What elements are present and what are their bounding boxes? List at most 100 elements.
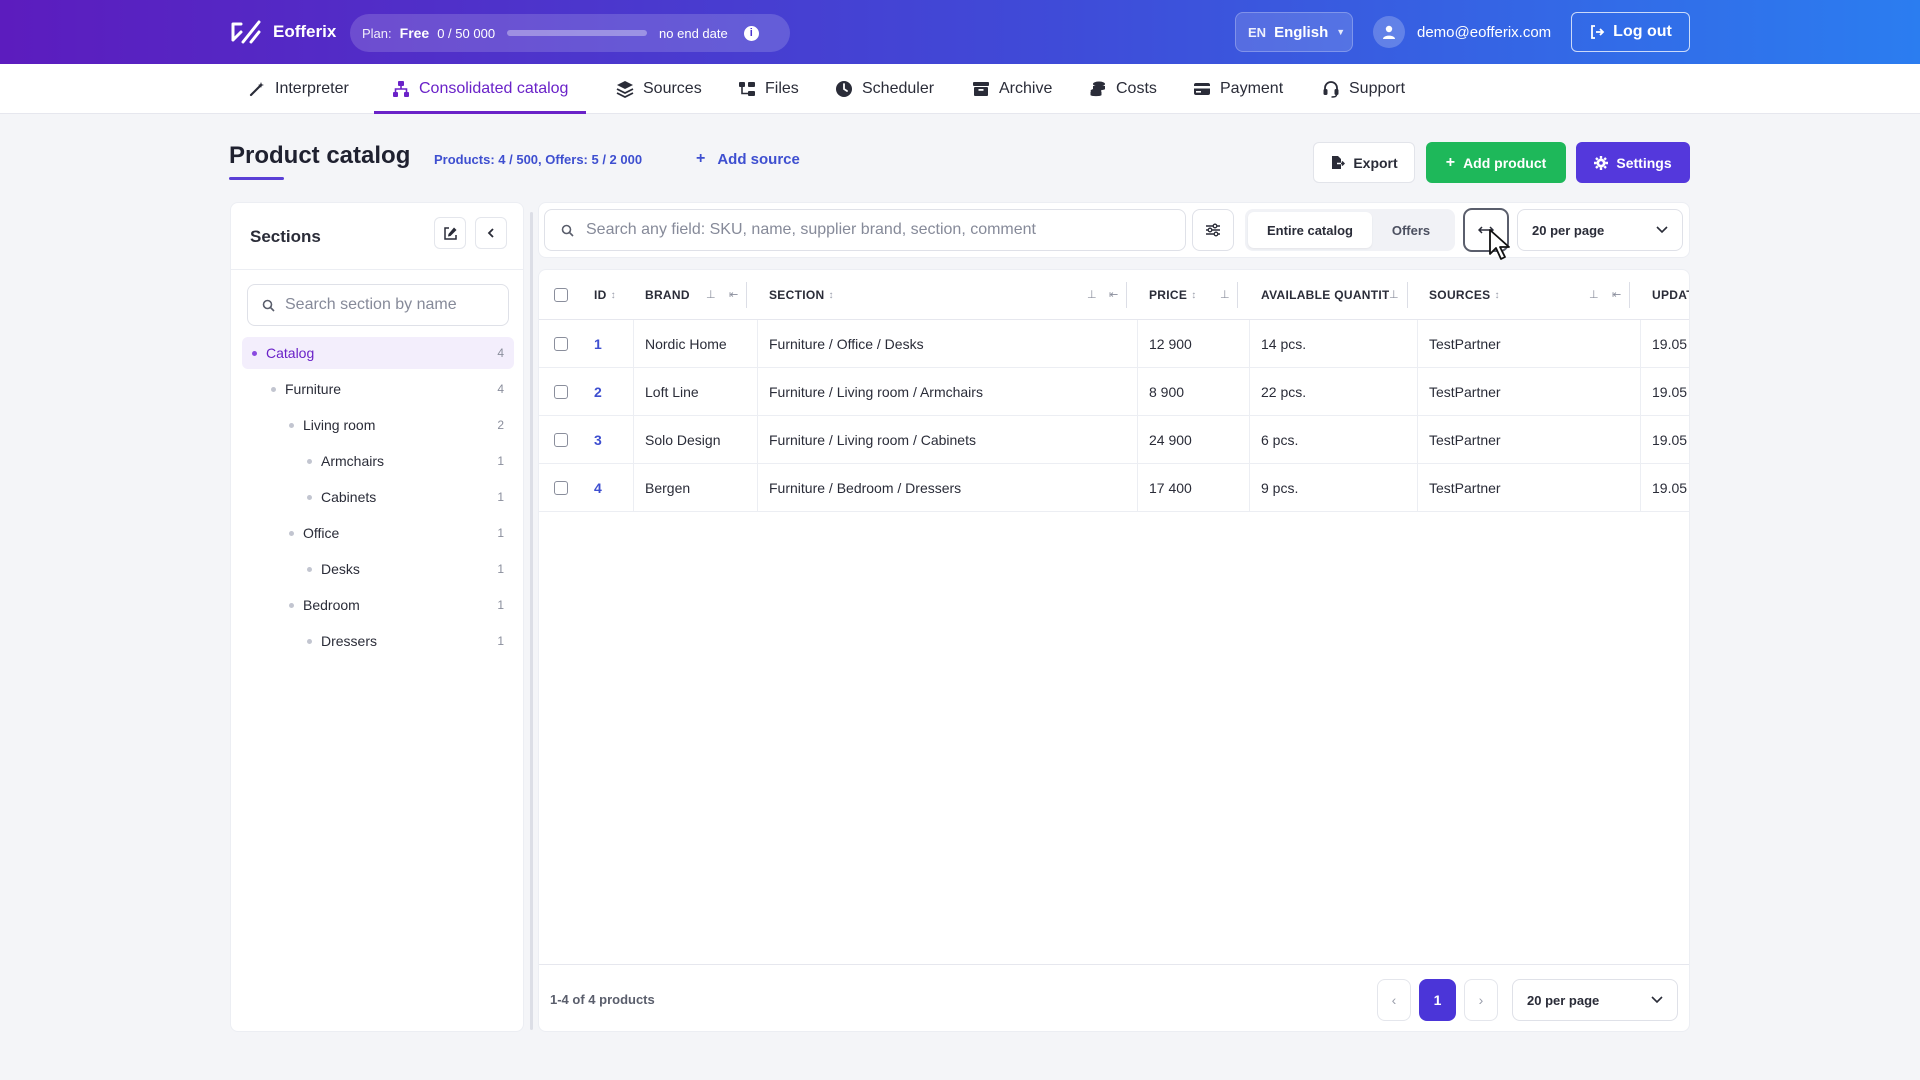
sort-icon[interactable]: ↕ bbox=[828, 290, 833, 301]
column-header-available-quantity[interactable]: AVAILABLE QUANTITY bbox=[1261, 270, 1389, 320]
chevron-down-icon bbox=[1651, 996, 1663, 1004]
per-page-select[interactable]: 20 per page bbox=[1517, 209, 1683, 251]
resize-icon[interactable]: ⇤ bbox=[1109, 288, 1121, 302]
nav-item-costs[interactable]: Costs bbox=[1089, 64, 1157, 114]
cell-price: 8 900 bbox=[1149, 384, 1185, 400]
select-all-checkbox[interactable] bbox=[554, 288, 568, 302]
sort-icon[interactable]: ↕ bbox=[1191, 290, 1196, 301]
table-row[interactable]: 2 Loft Line Furniture / Living room / Ar… bbox=[539, 368, 1689, 416]
tree-item-living-room[interactable]: Living room 2 bbox=[242, 409, 514, 441]
logout-button[interactable]: Log out bbox=[1571, 12, 1690, 52]
tree-item-furniture[interactable]: Furniture 4 bbox=[242, 373, 514, 405]
next-page-button[interactable]: › bbox=[1464, 979, 1498, 1021]
info-icon[interactable]: i bbox=[743, 25, 759, 41]
table-row[interactable]: 4 Bergen Furniture / Bedroom / Dressers … bbox=[539, 464, 1689, 512]
settings-button[interactable]: Settings bbox=[1576, 142, 1690, 183]
catalog-search[interactable] bbox=[544, 209, 1186, 251]
footer-per-page-select[interactable]: 20 per page bbox=[1512, 979, 1678, 1021]
sidebar-resize-handle[interactable] bbox=[530, 212, 533, 1030]
logo-icon bbox=[231, 20, 261, 44]
nav-item-sources[interactable]: Sources bbox=[616, 64, 702, 114]
column-resizer[interactable] bbox=[1237, 282, 1238, 308]
section-search[interactable] bbox=[247, 284, 509, 326]
column-header-section[interactable]: SECTION ↕ bbox=[769, 270, 834, 320]
table-row[interactable]: 3 Solo Design Furniture / Living room / … bbox=[539, 416, 1689, 464]
row-checkbox[interactable] bbox=[554, 433, 568, 447]
nav-item-payment[interactable]: Payment bbox=[1193, 64, 1283, 114]
pin-icon[interactable]: ⊥ bbox=[706, 288, 718, 302]
nav-item-consolidated-catalog[interactable]: Consolidated catalog bbox=[374, 64, 587, 114]
bullet-icon bbox=[307, 566, 312, 572]
sort-icon[interactable]: ↕ bbox=[611, 290, 616, 301]
export-label: Export bbox=[1353, 154, 1398, 171]
pin-icon[interactable]: ⊥ bbox=[1389, 288, 1401, 302]
pin-icon[interactable]: ⊥ bbox=[1220, 288, 1232, 302]
column-header-updated[interactable]: UPDATED bbox=[1652, 270, 1689, 320]
row-id-link[interactable]: 1 bbox=[594, 320, 602, 368]
tree-item-label: Living room bbox=[303, 417, 376, 433]
folder-tree-icon bbox=[739, 82, 755, 96]
pin-icon[interactable]: ⊥ bbox=[1589, 288, 1601, 302]
tree-item-dressers[interactable]: Dressers 1 bbox=[242, 625, 514, 657]
collapse-sidebar-button[interactable] bbox=[475, 217, 507, 249]
column-header-brand[interactable]: BRAND bbox=[645, 270, 690, 320]
column-resizer[interactable] bbox=[746, 282, 747, 308]
user-menu[interactable]: demo@eofferix.com bbox=[1373, 15, 1551, 49]
nav-item-interpreter[interactable]: Interpreter bbox=[248, 64, 349, 114]
logout-icon bbox=[1591, 25, 1605, 39]
nav-item-scheduler[interactable]: Scheduler bbox=[835, 64, 934, 114]
tree-item-count: 1 bbox=[497, 598, 504, 612]
row-id-link[interactable]: 4 bbox=[594, 464, 602, 512]
language-name: English bbox=[1274, 23, 1329, 41]
export-button[interactable]: Export bbox=[1313, 142, 1415, 183]
credit-card-icon bbox=[1194, 83, 1210, 95]
column-header-sources[interactable]: SOURCES ↕ bbox=[1429, 270, 1500, 320]
row-checkbox[interactable] bbox=[554, 481, 568, 495]
tree-item-desks[interactable]: Desks 1 bbox=[242, 553, 514, 585]
column-header-id[interactable]: ID ↕ bbox=[594, 270, 616, 320]
column-header-price[interactable]: PRICE ↕ bbox=[1149, 270, 1197, 320]
per-page-value: 20 per page bbox=[1527, 992, 1600, 1008]
row-checkbox[interactable] bbox=[554, 385, 568, 399]
nav-item-files[interactable]: Files bbox=[738, 64, 799, 114]
cell-quantity: 9 pcs. bbox=[1261, 480, 1299, 496]
resize-icon[interactable]: ⇤ bbox=[1612, 288, 1624, 302]
nav-label: Consolidated catalog bbox=[419, 80, 569, 97]
chevron-down-icon bbox=[1656, 226, 1668, 234]
cell-updated: 19.05 bbox=[1652, 336, 1688, 352]
column-resizer[interactable] bbox=[1407, 282, 1408, 308]
tree-item-cabinets[interactable]: Cabinets 1 bbox=[242, 481, 514, 513]
tab-entire-catalog[interactable]: Entire catalog bbox=[1248, 212, 1372, 248]
table-row[interactable]: 1 Nordic Home Furniture / Office / Desks… bbox=[539, 320, 1689, 368]
filter-button[interactable] bbox=[1192, 209, 1234, 251]
tree-item-catalog[interactable]: Catalog 4 bbox=[242, 337, 514, 369]
column-label: PRICE bbox=[1149, 288, 1188, 302]
language-select[interactable]: EN English ▼ bbox=[1235, 12, 1353, 52]
user-email: demo@eofferix.com bbox=[1417, 23, 1552, 41]
add-source-button[interactable]: + Add source bbox=[696, 150, 800, 168]
pin-icon[interactable]: ⊥ bbox=[1087, 288, 1099, 302]
row-id-link[interactable]: 2 bbox=[594, 368, 602, 416]
tree-item-count: 1 bbox=[497, 562, 504, 576]
resize-icon[interactable]: ⇤ bbox=[729, 288, 741, 302]
tree-item-armchairs[interactable]: Armchairs 1 bbox=[242, 445, 514, 477]
section-search-input[interactable] bbox=[285, 296, 495, 314]
logout-label: Log out bbox=[1613, 23, 1672, 40]
tree-item-bedroom[interactable]: Bedroom 1 bbox=[242, 589, 514, 621]
nav-item-archive[interactable]: Archive bbox=[972, 64, 1052, 114]
tab-offers[interactable]: Offers bbox=[1372, 212, 1450, 248]
row-id-link[interactable]: 3 bbox=[594, 416, 602, 464]
nav-item-support[interactable]: Support bbox=[1322, 64, 1405, 114]
column-resizer[interactable] bbox=[1126, 282, 1127, 308]
row-checkbox[interactable] bbox=[554, 337, 568, 351]
column-resizer[interactable] bbox=[1629, 282, 1630, 308]
page-button-current[interactable]: 1 bbox=[1419, 979, 1456, 1021]
app-logo[interactable]: Eofferix bbox=[229, 18, 336, 46]
catalog-search-input[interactable] bbox=[586, 221, 1176, 239]
tree-item-office[interactable]: Office 1 bbox=[242, 517, 514, 549]
edit-sections-button[interactable] bbox=[434, 217, 466, 249]
prev-page-button[interactable]: ‹ bbox=[1377, 979, 1411, 1021]
cell-source: TestPartner bbox=[1429, 384, 1501, 400]
add-product-button[interactable]: + Add product bbox=[1426, 142, 1566, 183]
sort-icon[interactable]: ↕ bbox=[1494, 290, 1499, 301]
